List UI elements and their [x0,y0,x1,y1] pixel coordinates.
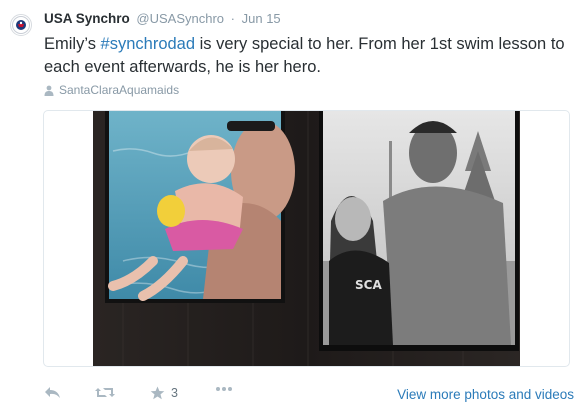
photo-collage[interactable]: SCA [93,111,520,366]
tweet-actions: 3 View more photos and videos [44,386,574,406]
author-handle[interactable]: @USASynchro [136,11,224,26]
media-container[interactable]: SCA [43,110,570,367]
view-more-link[interactable]: View more photos and videos [397,387,574,402]
retweet-icon [95,388,115,397]
tweet-text: Emily’s #synchrodad is very special to h… [44,33,569,79]
shirt-text: SCA [355,278,382,292]
photo-collage-image: SCA [93,111,520,366]
star-icon [150,386,165,400]
author-name[interactable]: USA Synchro [44,11,130,26]
usa-synchro-logo-icon [12,16,30,34]
hashtag-link[interactable]: #synchrodad [101,35,195,53]
ellipsis-icon [216,387,232,391]
reply-button[interactable] [44,386,61,399]
timestamp[interactable]: Jun 15 [242,11,281,26]
favorite-button[interactable]: 3 [150,386,178,400]
favorite-count: 3 [171,386,178,400]
avatar[interactable] [10,14,32,36]
location[interactable]: SantaClaraAquamaids [44,83,179,97]
location-label: SantaClaraAquamaids [59,83,180,97]
tweet: USA Synchro @USASynchro · Jun 15 Emily’s… [0,0,581,418]
person-icon [44,85,54,96]
more-button[interactable] [215,386,233,392]
tweet-header: USA Synchro @USASynchro · Jun 15 [44,11,281,26]
reply-icon [45,387,60,398]
retweet-button[interactable] [95,386,115,399]
separator: · [230,11,235,26]
tweet-text-before: Emily’s [44,35,101,53]
